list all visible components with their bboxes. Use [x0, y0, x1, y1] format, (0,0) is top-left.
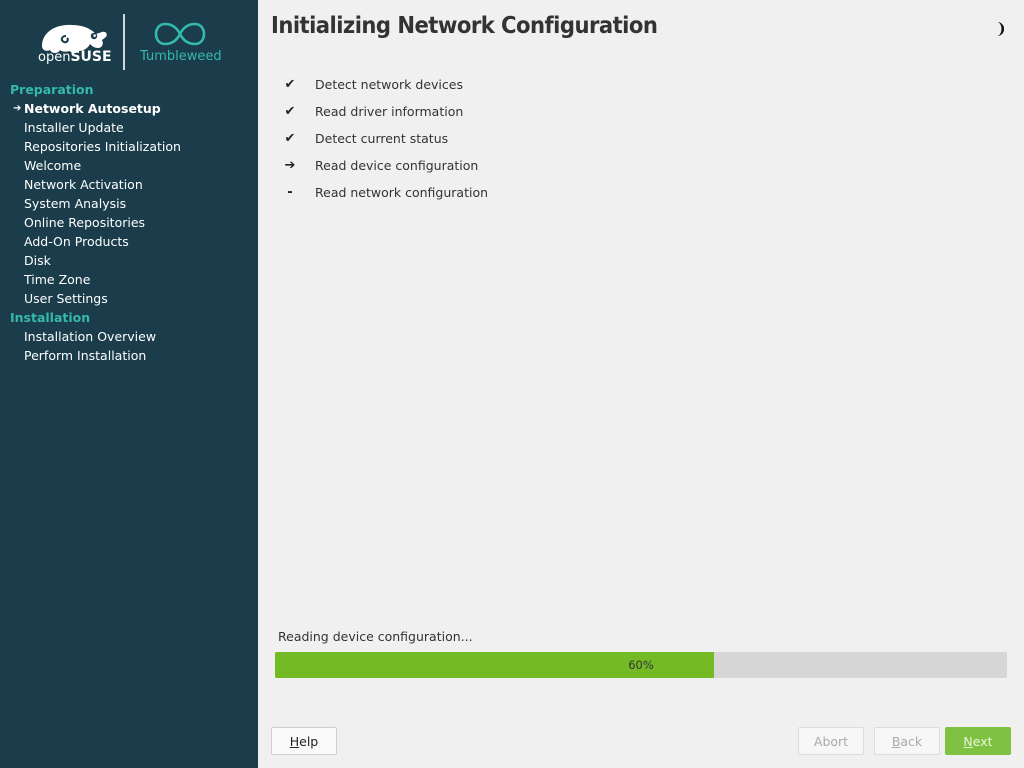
- task-list: ✔ Detect network devices ✔ Read driver i…: [280, 73, 880, 208]
- task-label: Read network configuration: [315, 185, 489, 200]
- step-welcome: Welcome: [24, 158, 82, 173]
- step-network-autosetup: ➔ Network Autosetup: [0, 99, 258, 118]
- next-accel: N: [963, 734, 973, 749]
- installation-steps: Preparation ➔ Network Autosetup Installer…: [0, 80, 258, 365]
- distro-name: Tumbleweed: [140, 49, 222, 64]
- pending-dash-icon: -: [287, 185, 293, 200]
- task-label: Read device configuration: [315, 158, 479, 173]
- step-installer-update: Installer Update: [24, 120, 124, 135]
- opensuse-wordmark: openSUSE: [38, 49, 112, 65]
- step-online-repositories: Online Repositories: [24, 215, 146, 230]
- checkmark-icon: ✔: [284, 104, 296, 119]
- next-button[interactable]: Next: [945, 727, 1011, 755]
- step-perform-installation: Perform Installation: [24, 348, 147, 363]
- step-group-preparation: Preparation: [10, 82, 94, 97]
- progress-percent: 60%: [628, 658, 654, 672]
- step-time-zone: Time Zone: [24, 272, 91, 287]
- step-label: Network Autosetup: [24, 101, 161, 116]
- arrow-right-icon: ➔: [284, 158, 296, 173]
- help-button[interactable]: Help: [271, 727, 337, 755]
- step-user-settings: User Settings: [24, 291, 108, 306]
- task-label: Detect network devices: [315, 77, 463, 92]
- checkmark-icon: ✔: [284, 131, 296, 146]
- sidebar: openSUSE Tumbleweed Preparation ➔ Network…: [0, 0, 258, 768]
- progress-bar: 60%: [275, 652, 1007, 678]
- task-item: ➔ Read device configuration: [280, 154, 880, 181]
- step-group-installation: Installation: [10, 310, 91, 325]
- step-network-activation: Network Activation: [24, 177, 143, 192]
- task-item: ✔ Detect network devices: [280, 73, 880, 100]
- task-label: Read driver information: [315, 104, 464, 119]
- next-label: ext: [972, 734, 993, 749]
- half-moon-icon[interactable]: [994, 21, 1008, 37]
- page-title: Initializing Network Configuration: [271, 13, 658, 39]
- help-label: elp: [299, 734, 319, 749]
- step-repositories-initialization: Repositories Initialization: [24, 139, 181, 154]
- step-add-on-products: Add-On Products: [24, 234, 129, 249]
- main-content: Initializing Network Configuration ✔ Det…: [258, 0, 1024, 768]
- task-label: Detect current status: [315, 131, 449, 146]
- step-system-analysis: System Analysis: [24, 196, 127, 211]
- abort-button[interactable]: Abort: [798, 727, 864, 755]
- back-label: ack: [900, 734, 923, 749]
- help-accel: H: [289, 734, 300, 749]
- progress-label: Reading device configuration...: [278, 629, 473, 644]
- current-step-arrow-icon: ➔: [13, 103, 22, 114]
- logo-divider: [123, 14, 125, 70]
- abort-label: Abort: [813, 734, 849, 749]
- tumbleweed-infinity-icon: [154, 22, 206, 46]
- task-item: ✔ Detect current status: [280, 127, 880, 154]
- back-button[interactable]: Back: [874, 727, 940, 755]
- task-item: - Read network configuration: [280, 181, 880, 208]
- task-item: ✔ Read driver information: [280, 100, 880, 127]
- step-disk: Disk: [24, 253, 51, 268]
- logo-area: openSUSE Tumbleweed: [0, 0, 258, 78]
- step-installation-overview: Installation Overview: [24, 329, 157, 344]
- checkmark-icon: ✔: [284, 77, 296, 92]
